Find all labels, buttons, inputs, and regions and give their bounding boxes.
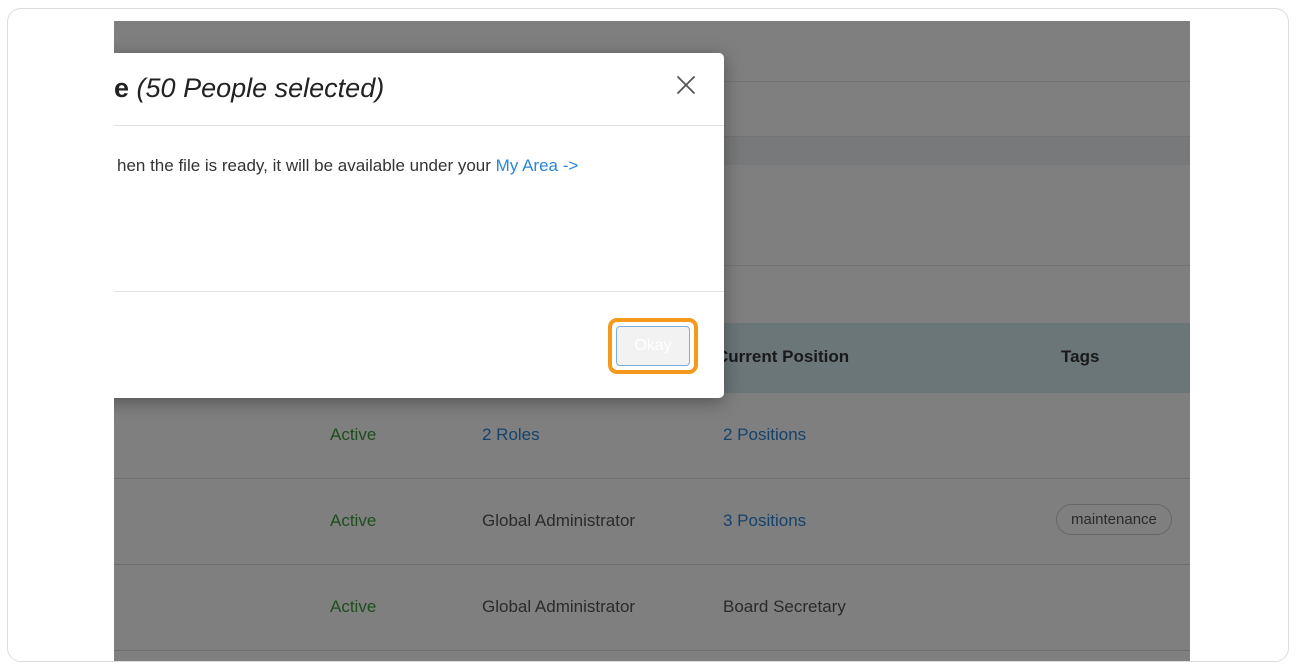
app-viewport: Current Position Tags Active 2 Roles 2 P… — [114, 21, 1190, 661]
modal-message: hen the file is ready, it will be availa… — [117, 156, 578, 176]
modal-title-selection-count: (50 People selected) — [136, 73, 385, 103]
modal-header: e (50 People selected) — [114, 53, 724, 126]
modal-title-strong: e — [114, 73, 130, 103]
okay-button-focus-ring: Okay — [608, 318, 698, 374]
export-modal: e (50 People selected) hen the file is r… — [114, 53, 724, 398]
okay-button[interactable]: Okay — [616, 326, 690, 366]
modal-body: hen the file is ready, it will be availa… — [114, 126, 724, 292]
screenshot-frame: Current Position Tags Active 2 Roles 2 P… — [7, 8, 1289, 662]
modal-title: e (50 People selected) — [114, 73, 384, 104]
modal-message-text: hen the file is ready, it will be availa… — [117, 156, 496, 175]
my-area-link[interactable]: My Area -> — [496, 156, 579, 175]
close-icon[interactable] — [674, 73, 698, 97]
